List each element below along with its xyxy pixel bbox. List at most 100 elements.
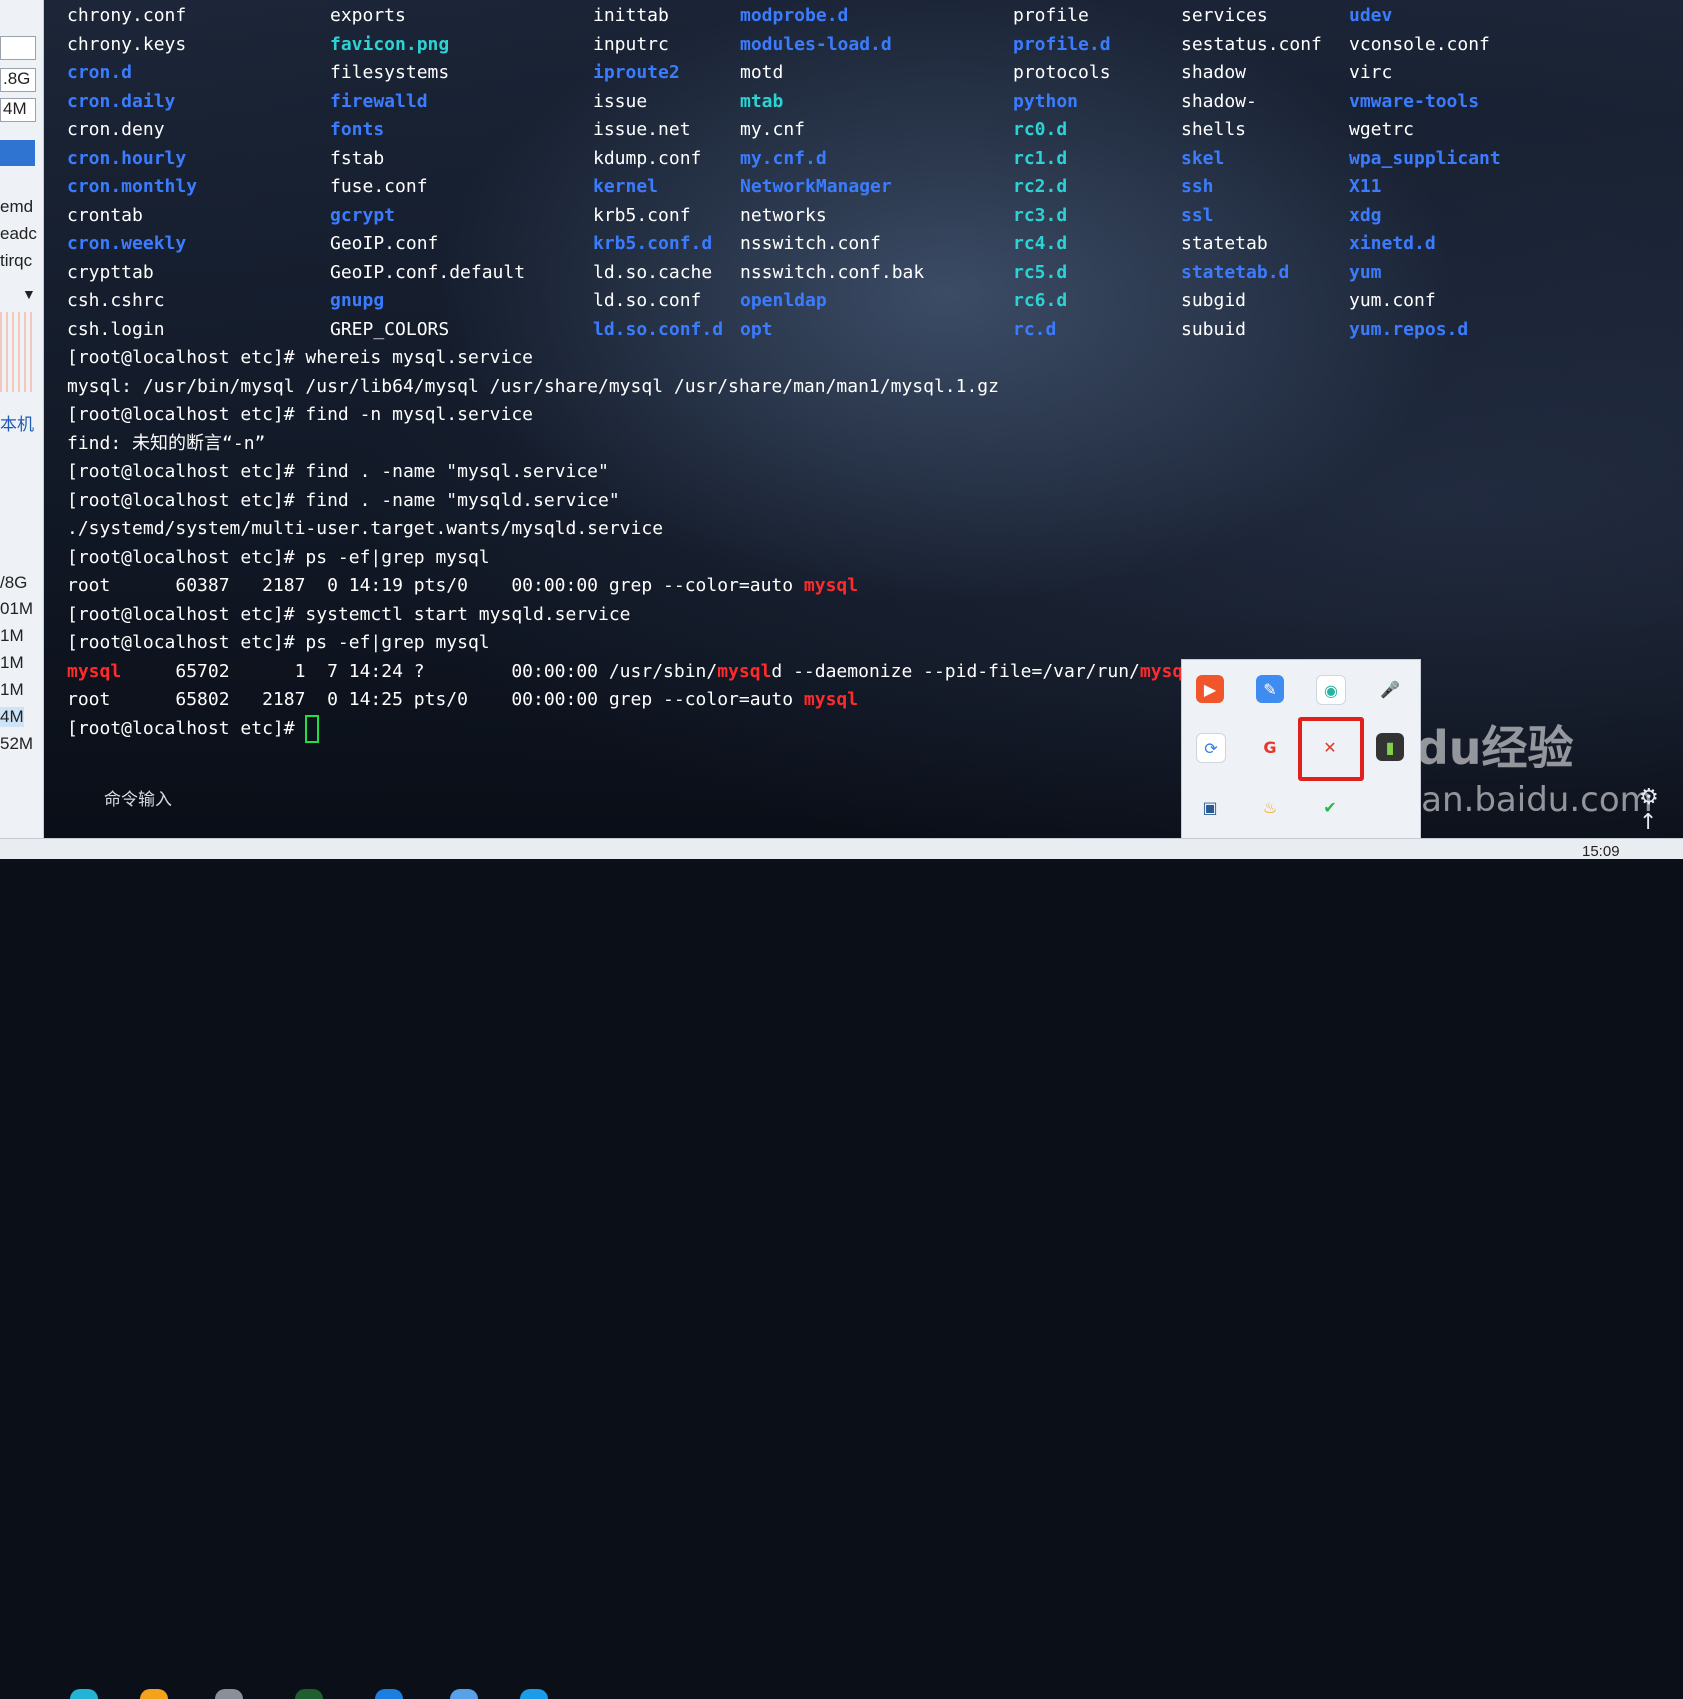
terminal-line: mysql: /usr/bin/mysql /usr/lib64/mysql /… xyxy=(67,375,999,397)
left-panel-selected-item[interactable] xyxy=(0,140,35,166)
ls-entry: rc4.d xyxy=(1013,233,1068,254)
ls-row: cron.daily firewalld issue mtab python shadow… xyxy=(67,88,1683,117)
ls-row: chrony.keys favicon.png inputrc modules-loa… xyxy=(67,31,1683,60)
ls-entry: X11 xyxy=(1349,176,1382,197)
ls-entry: profile.d xyxy=(1013,33,1111,55)
microphone-icon[interactable]: 🎤 xyxy=(1376,675,1404,703)
ls-entry: exports xyxy=(330,5,406,26)
terminal-line: [root@localhost etc]# whereis mysql.serv… xyxy=(67,347,533,368)
ls-entry: my.cnf xyxy=(740,119,806,140)
ls-entry: GeoIP.conf.default xyxy=(330,261,526,283)
terminal-window[interactable]: chrony.conf exports inittab modprobe.d profi… xyxy=(44,0,1683,838)
ls-entry: shells xyxy=(1181,119,1247,140)
left-panel-value: 1M xyxy=(0,653,24,672)
command-input-label[interactable]: 命令输入 xyxy=(104,785,172,810)
taskbar-app-icon[interactable] xyxy=(375,1689,403,1699)
taskbar-app-icon[interactable] xyxy=(450,1689,478,1699)
ls-entry: cron.daily xyxy=(67,90,176,112)
search-sync-icon[interactable]: ⟳ xyxy=(1196,733,1226,763)
ls-entry: rc5.d xyxy=(1013,261,1068,283)
ls-entry: opt xyxy=(740,318,773,340)
taskbar-app-icon[interactable] xyxy=(215,1689,243,1699)
ls-entry: crypttab xyxy=(67,261,154,283)
ls-entry: statetab.d xyxy=(1181,261,1290,283)
left-side-panel: .8G 4M emd eadc tirqc ▼ 本机 /8G 01M 1M 1M… xyxy=(0,0,44,838)
taskbar-app-icon[interactable] xyxy=(70,1689,98,1699)
ls-entry: ld.so.conf xyxy=(593,290,702,311)
ls-entry: modprobe.d xyxy=(740,5,849,26)
ls-row: cron.hourly fstab kdump.conf my.cnf.d rc1.d s… xyxy=(67,145,1683,174)
ls-entry: krb5.conf.d xyxy=(593,233,713,254)
red-app-icon[interactable]: G xyxy=(1256,733,1284,761)
ls-entry: wpa_supplicant xyxy=(1349,147,1501,169)
ls-entry: protocols xyxy=(1013,62,1111,83)
ls-listing: chrony.conf exports inittab modprobe.d profi… xyxy=(67,2,1683,344)
terminal-line: ./systemd/system/multi-user.target.wants… xyxy=(67,518,664,539)
ls-entry: shadow xyxy=(1181,62,1247,83)
ls-entry: profile xyxy=(1013,5,1089,26)
ls-entry: xinetd.d xyxy=(1349,233,1436,254)
terminal-line: [root@localhost etc]# ps -ef|grep mysql xyxy=(67,632,490,653)
ls-entry: inittab xyxy=(593,5,669,26)
system-tray-popup: ▶ ✎ ◉ 🎤 ⟳ G ✕ ▮ ▣ ♨ ✔ xyxy=(1181,659,1421,840)
ls-entry: openldap xyxy=(740,290,827,311)
ls-entry: networks xyxy=(740,204,827,226)
left-panel-value: 1M xyxy=(0,626,24,645)
ls-row: cron.weekly GeoIP.conf krb5.conf.d nsswitch… xyxy=(67,230,1683,259)
ls-row: cron.deny fonts issue.net my.cnf rc0.d shells… xyxy=(67,116,1683,145)
ls-entry: crontab xyxy=(67,204,143,226)
notes-icon[interactable]: ✎ xyxy=(1256,675,1284,703)
left-panel-graph xyxy=(0,312,34,392)
terminal-line: [root@localhost etc]# find -n mysql.serv… xyxy=(67,404,533,425)
network-icon[interactable]: ▣ xyxy=(1196,793,1224,821)
ls-row: csh.login GREP_COLORS ld.so.conf.d opt rc.d s… xyxy=(67,316,1683,345)
left-panel-field[interactable]: .8G xyxy=(0,68,36,92)
ls-entry: modules-load.d xyxy=(740,33,892,55)
ls-entry: virc xyxy=(1349,62,1393,83)
ls-entry: rc1.d xyxy=(1013,147,1068,169)
ls-entry: vmware-tools xyxy=(1349,90,1480,112)
eye-protect-icon[interactable]: ◉ xyxy=(1316,675,1346,705)
ls-entry: cron.d xyxy=(67,62,133,83)
left-panel-field[interactable] xyxy=(0,36,36,60)
ls-entry: favicon.png xyxy=(330,33,450,55)
left-panel-text: eadc xyxy=(0,224,37,243)
ls-row: chrony.conf exports inittab modprobe.d profi… xyxy=(67,2,1683,31)
left-panel-link[interactable]: 本机 xyxy=(0,410,34,435)
ls-entry: mtab xyxy=(740,90,784,112)
ls-entry: gcrypt xyxy=(330,204,396,226)
ls-entry: krb5.conf xyxy=(593,204,691,226)
prompt-text: [root@localhost etc]# xyxy=(67,717,306,739)
left-panel-field[interactable]: 4M xyxy=(0,98,36,122)
ls-entry: statetab xyxy=(1181,233,1268,254)
chevron-down-icon[interactable]: ▼ xyxy=(22,286,36,302)
ls-entry: shadow- xyxy=(1181,90,1257,112)
ls-entry: fstab xyxy=(330,147,385,169)
ls-entry: subgid xyxy=(1181,290,1247,311)
ls-entry: chrony.keys xyxy=(67,33,187,55)
ls-row: csh.cshrc gnupg ld.so.conf openldap rc6.d sub… xyxy=(67,287,1683,316)
battery-icon[interactable]: ▮ xyxy=(1376,733,1404,761)
match-highlight: mysql xyxy=(803,689,859,710)
taskbar-app-icon[interactable] xyxy=(295,1689,323,1699)
line-text: root 60387 2187 0 14:19 pts/0 00:00:00 g… xyxy=(67,575,804,596)
ls-entry: GREP_COLORS xyxy=(330,318,450,340)
green-app-icon[interactable]: ✔ xyxy=(1316,793,1344,821)
match-highlight: mysql xyxy=(67,660,122,682)
terminal-line: [root@localhost etc]# find . -name "mysq… xyxy=(67,461,609,482)
terminal-line: root 65802 2187 0 14:25 pts/0 00:00:00 g… xyxy=(67,686,1683,715)
tray-overflow-icons[interactable]: ⚙ ↑ ▭ xyxy=(1639,785,1683,838)
ls-entry: wgetrc xyxy=(1349,119,1415,140)
ls-row: crypttab GeoIP.conf.default ld.so.cache nss… xyxy=(67,259,1683,288)
flame-icon[interactable]: ♨ xyxy=(1256,793,1284,821)
video-player-icon[interactable]: ▶ xyxy=(1196,675,1224,703)
ls-entry: ssh xyxy=(1181,176,1214,197)
taskbar-clock[interactable]: 15:09 xyxy=(1582,843,1620,860)
taskbar-app-icon[interactable] xyxy=(140,1689,168,1699)
terminal-output: chrony.conf exports inittab modprobe.d profi… xyxy=(67,2,1683,743)
ls-entry: sestatus.conf xyxy=(1181,33,1322,55)
taskbar-app-icon[interactable] xyxy=(520,1689,548,1699)
ls-entry: motd xyxy=(740,62,784,83)
left-panel-value: /8G xyxy=(0,573,28,592)
terminal-line: root 60387 2187 0 14:19 pts/0 00:00:00 g… xyxy=(67,572,1683,601)
